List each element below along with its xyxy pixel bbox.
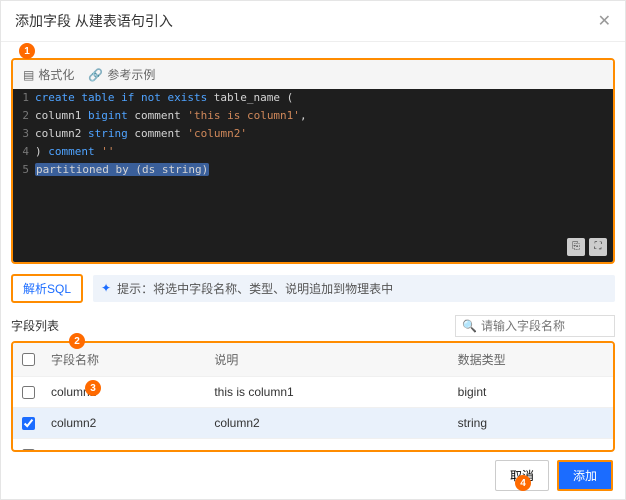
gutter: 1: [13, 89, 35, 107]
modal-header: 添加字段 从建表语句引入 ✕: [1, 1, 625, 42]
modal-title: 添加字段 从建表语句引入: [15, 11, 173, 31]
parse-sql-button[interactable]: 解析SQL: [11, 274, 83, 303]
search-box[interactable]: 🔍: [455, 315, 615, 337]
code-line: 3column2 string comment 'column2': [13, 125, 613, 143]
code-line: 2column1 bigint comment 'this is column1…: [13, 107, 613, 125]
examples-button[interactable]: 🔗 参考示例: [88, 66, 155, 83]
select-all-cell: [13, 343, 43, 377]
callout-badge-3: 3: [85, 380, 101, 396]
field-table: 字段名称 说明 数据类型 column1this is column1bigin…: [13, 343, 613, 452]
modal: 1 2 3 4 添加字段 从建表语句引入 ✕ ▤ 格式化 🔗 参考示例 1cre…: [0, 0, 626, 500]
cell-name: ds: [43, 439, 206, 452]
code-text: create table if not exists table_name (: [35, 89, 613, 107]
table-row[interactable]: column1this is column1bigint: [13, 376, 613, 407]
code-text: column1 bigint comment 'this is column1'…: [35, 107, 613, 125]
sql-editor[interactable]: 1create table if not exists table_name (…: [13, 89, 613, 262]
list-title: 字段列表: [11, 317, 59, 334]
hint-text: 提示：将选中字段名称、类型、说明追加到物理表中: [117, 280, 393, 297]
fullscreen-icon[interactable]: ⛶: [589, 238, 607, 256]
examples-label: 参考示例: [107, 66, 155, 83]
copy-icon[interactable]: ⎘: [567, 238, 585, 256]
sql-editor-section: ▤ 格式化 🔗 参考示例 1create table if not exists…: [11, 58, 615, 264]
format-icon: ▤: [23, 68, 34, 82]
table-row[interactable]: column2column2string: [13, 408, 613, 439]
callout-badge-2: 2: [69, 333, 85, 349]
col-type: 数据类型: [450, 343, 613, 377]
select-all-checkbox[interactable]: [22, 353, 35, 366]
row-checkbox[interactable]: [22, 386, 35, 399]
search-input[interactable]: [481, 319, 608, 333]
col-name: 字段名称: [43, 343, 206, 377]
code-line: 5partitioned by (ds string): [13, 161, 613, 179]
gutter: 5: [13, 161, 35, 179]
editor-corner-icons: ⎘ ⛶: [567, 238, 607, 256]
link-icon: 🔗: [88, 68, 103, 82]
hint-bar: ✦ 提示：将选中字段名称、类型、说明追加到物理表中: [93, 275, 615, 302]
code-text: partitioned by (ds string): [35, 161, 613, 179]
field-table-wrap: 字段名称 说明 数据类型 column1this is column1bigin…: [11, 341, 615, 452]
callout-badge-4: 4: [515, 475, 531, 491]
code-text: ) comment '': [35, 143, 613, 161]
close-button[interactable]: ✕: [598, 11, 611, 31]
add-button[interactable]: 添加: [557, 460, 613, 491]
code-line: 4) comment '': [13, 143, 613, 161]
col-desc: 说明: [206, 343, 449, 377]
cell-type: bigint: [450, 376, 613, 407]
table-row[interactable]: ds string: [13, 439, 613, 452]
cell-name: column2: [43, 408, 206, 439]
gutter: 4: [13, 143, 35, 161]
hint-icon: ✦: [101, 281, 111, 295]
code-line: 1create table if not exists table_name (: [13, 89, 613, 107]
cell-desc: column2: [206, 408, 449, 439]
cell-name: column1: [43, 376, 206, 407]
editor-toolbar: ▤ 格式化 🔗 参考示例: [13, 60, 613, 89]
cell-desc: [206, 439, 449, 452]
list-header: 字段列表 🔍: [11, 315, 615, 337]
cell-type: string: [450, 408, 613, 439]
callout-badge-1: 1: [19, 43, 35, 59]
close-icon: ✕: [598, 13, 611, 30]
gutter: 3: [13, 125, 35, 143]
table-header-row: 字段名称 说明 数据类型: [13, 343, 613, 377]
cell-desc: this is column1: [206, 376, 449, 407]
parse-row: 解析SQL ✦ 提示：将选中字段名称、类型、说明追加到物理表中: [11, 274, 615, 303]
cell-type: string: [450, 439, 613, 452]
format-button[interactable]: ▤ 格式化: [23, 66, 74, 83]
row-checkbox[interactable]: [22, 417, 35, 430]
search-icon: 🔍: [462, 319, 477, 333]
gutter: 2: [13, 107, 35, 125]
format-label: 格式化: [38, 66, 74, 83]
modal-footer: 取消 添加: [1, 452, 625, 499]
code-text: column2 string comment 'column2': [35, 125, 613, 143]
